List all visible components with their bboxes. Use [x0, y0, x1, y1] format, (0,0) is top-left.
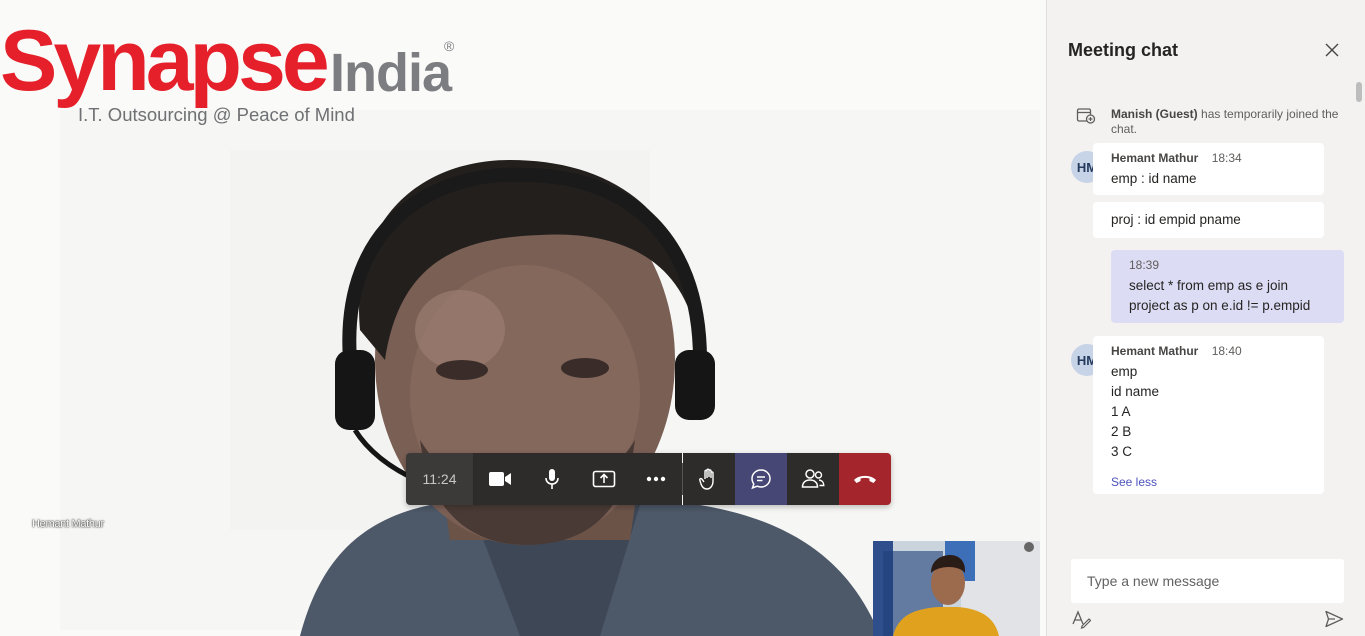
message-time: 18:34	[1211, 151, 1242, 165]
video-camera-icon	[489, 472, 511, 486]
mic-button[interactable]	[526, 453, 578, 505]
chat-message-mine: 18:39 select * from emp as e join projec…	[1111, 250, 1344, 323]
message-time: 18:39	[1129, 258, 1160, 272]
self-view-video	[873, 541, 1040, 636]
format-icon	[1072, 610, 1092, 629]
format-button[interactable]	[1071, 609, 1092, 629]
hang-up-button[interactable]	[839, 453, 891, 505]
message-meta: Hemant Mathur 18:34	[1111, 151, 1306, 166]
more-options-button[interactable]	[630, 453, 682, 505]
share-screen-icon	[592, 470, 616, 488]
message-line: 2 B	[1111, 424, 1132, 439]
people-icon	[801, 469, 825, 488]
more-options-icon	[646, 476, 666, 482]
chat-scrollbar[interactable]	[1356, 82, 1362, 102]
compose-box	[1071, 559, 1344, 603]
message-line: project as p on e.id != p.empid	[1129, 298, 1311, 313]
participant-name-label: Hemant Mathur	[32, 518, 104, 530]
message-line: 1 A	[1111, 404, 1131, 419]
call-controls-bar: 11:24	[406, 453, 891, 505]
raise-hand-button[interactable]	[683, 453, 735, 505]
chat-button[interactable]	[735, 453, 787, 505]
raise-hand-icon	[699, 468, 714, 490]
video-stage: Synapse India ® I.T. Outsourcing @ Peace…	[0, 0, 1046, 636]
chat-title: Meeting chat	[1068, 40, 1179, 60]
chat-message: Hemant Mathur 18:34 emp : id name	[1093, 143, 1324, 195]
meeting-chat-panel: Meeting chat Manish (Guest) has temporar…	[1046, 0, 1365, 636]
guest-joined-icon	[1076, 108, 1096, 124]
chat-message: Hemant Mathur 18:40 emp id name 1 A 2 B …	[1093, 336, 1324, 494]
chat-message: proj : id empid pname	[1093, 202, 1324, 238]
message-time: 18:40	[1211, 344, 1242, 358]
call-timer: 11:24	[406, 453, 474, 505]
message-line: id name	[1111, 384, 1160, 399]
message-meta: Hemant Mathur 18:40	[1111, 344, 1306, 359]
see-less-link[interactable]: See less	[1111, 472, 1157, 492]
system-message-text: Manish (Guest) has temporarily joined th…	[1111, 107, 1347, 137]
camera-button[interactable]	[474, 453, 526, 505]
message-line: select * from emp as e join	[1129, 278, 1289, 293]
participants-button[interactable]	[787, 453, 839, 505]
close-chat-button[interactable]	[1322, 40, 1342, 60]
message-input[interactable]	[1071, 559, 1344, 603]
hang-up-icon	[854, 475, 876, 483]
close-icon	[1325, 43, 1339, 57]
guest-name: Manish (Guest)	[1111, 107, 1198, 121]
share-screen-button[interactable]	[578, 453, 630, 505]
message-author: Hemant Mathur	[1111, 151, 1199, 165]
chat-icon	[751, 469, 771, 490]
message-line: emp : id name	[1111, 171, 1197, 186]
message-meta: 18:39	[1129, 258, 1326, 273]
message-line: emp	[1111, 364, 1138, 379]
message-author: Hemant Mathur	[1111, 344, 1199, 358]
microphone-icon	[545, 469, 559, 489]
message-line: 3 C	[1111, 444, 1133, 459]
send-icon	[1325, 610, 1344, 628]
send-button[interactable]	[1324, 609, 1344, 629]
message-line: proj : id empid pname	[1111, 212, 1241, 227]
self-view-image	[873, 541, 1040, 636]
